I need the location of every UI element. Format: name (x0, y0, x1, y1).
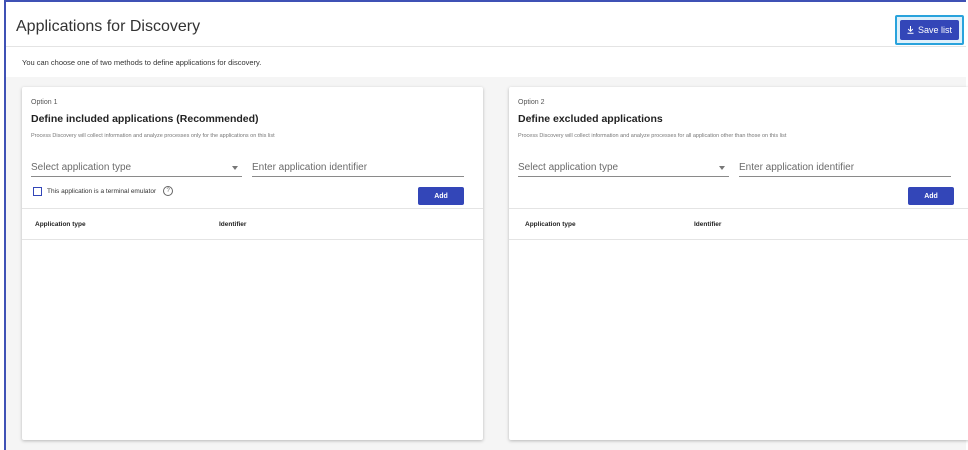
application-type-placeholder: Select application type (31, 162, 132, 173)
intro-section: You can choose one of two methods to def… (6, 47, 966, 77)
add-button[interactable]: Add (418, 187, 464, 205)
identifier-placeholder: Enter application identifier (739, 162, 855, 173)
page-header: Applications for Discovery Save list (6, 2, 966, 47)
add-button[interactable]: Add (908, 187, 954, 205)
application-identifier-input[interactable]: Enter application identifier (739, 160, 951, 177)
identifier-placeholder: Enter application identifier (252, 162, 368, 173)
page-title: Applications for Discovery (16, 18, 201, 35)
application-type-select[interactable]: Select application type (518, 160, 729, 177)
download-icon (907, 26, 914, 34)
terminal-emulator-checkbox[interactable] (33, 186, 42, 196)
dropdown-caret-icon (719, 166, 725, 170)
option-2-card: Option 2 Define excluded applications Pr… (509, 87, 968, 440)
application-type-select[interactable]: Select application type (31, 160, 242, 177)
table-header: Application type Identifier (22, 208, 483, 240)
dropdown-caret-icon (232, 166, 238, 170)
option-label: Option 1 (31, 99, 58, 106)
card-description: Process Discovery will collect informati… (31, 133, 275, 139)
option-1-card: Option 1 Define included applications (R… (22, 87, 483, 440)
terminal-emulator-label: This application is a terminal emulator (47, 187, 157, 195)
table-header: Application type Identifier (509, 208, 968, 240)
card-title: Define excluded applications (518, 113, 663, 125)
save-list-button[interactable]: Save list (899, 20, 959, 40)
save-list-label: Save list (917, 25, 952, 35)
card-description: Process Discovery will collect informati… (518, 133, 787, 139)
column-application-type: Application type (525, 221, 576, 228)
save-button-highlight: Save list (894, 15, 964, 45)
application-identifier-input[interactable]: Enter application identifier (252, 160, 464, 177)
help-icon[interactable]: ? (163, 186, 174, 196)
intro-text: You can choose one of two methods to def… (22, 58, 262, 67)
app-frame: Applications for Discovery Save list You… (4, 0, 968, 450)
card-title: Define included applications (Recommende… (31, 113, 259, 125)
application-type-placeholder: Select application type (518, 162, 619, 173)
option-label: Option 2 (518, 99, 545, 106)
column-identifier: Identifier (694, 221, 722, 228)
column-identifier: Identifier (219, 221, 247, 228)
terminal-emulator-row: This application is a terminal emulator … (33, 186, 174, 196)
column-application-type: Application type (35, 221, 86, 228)
